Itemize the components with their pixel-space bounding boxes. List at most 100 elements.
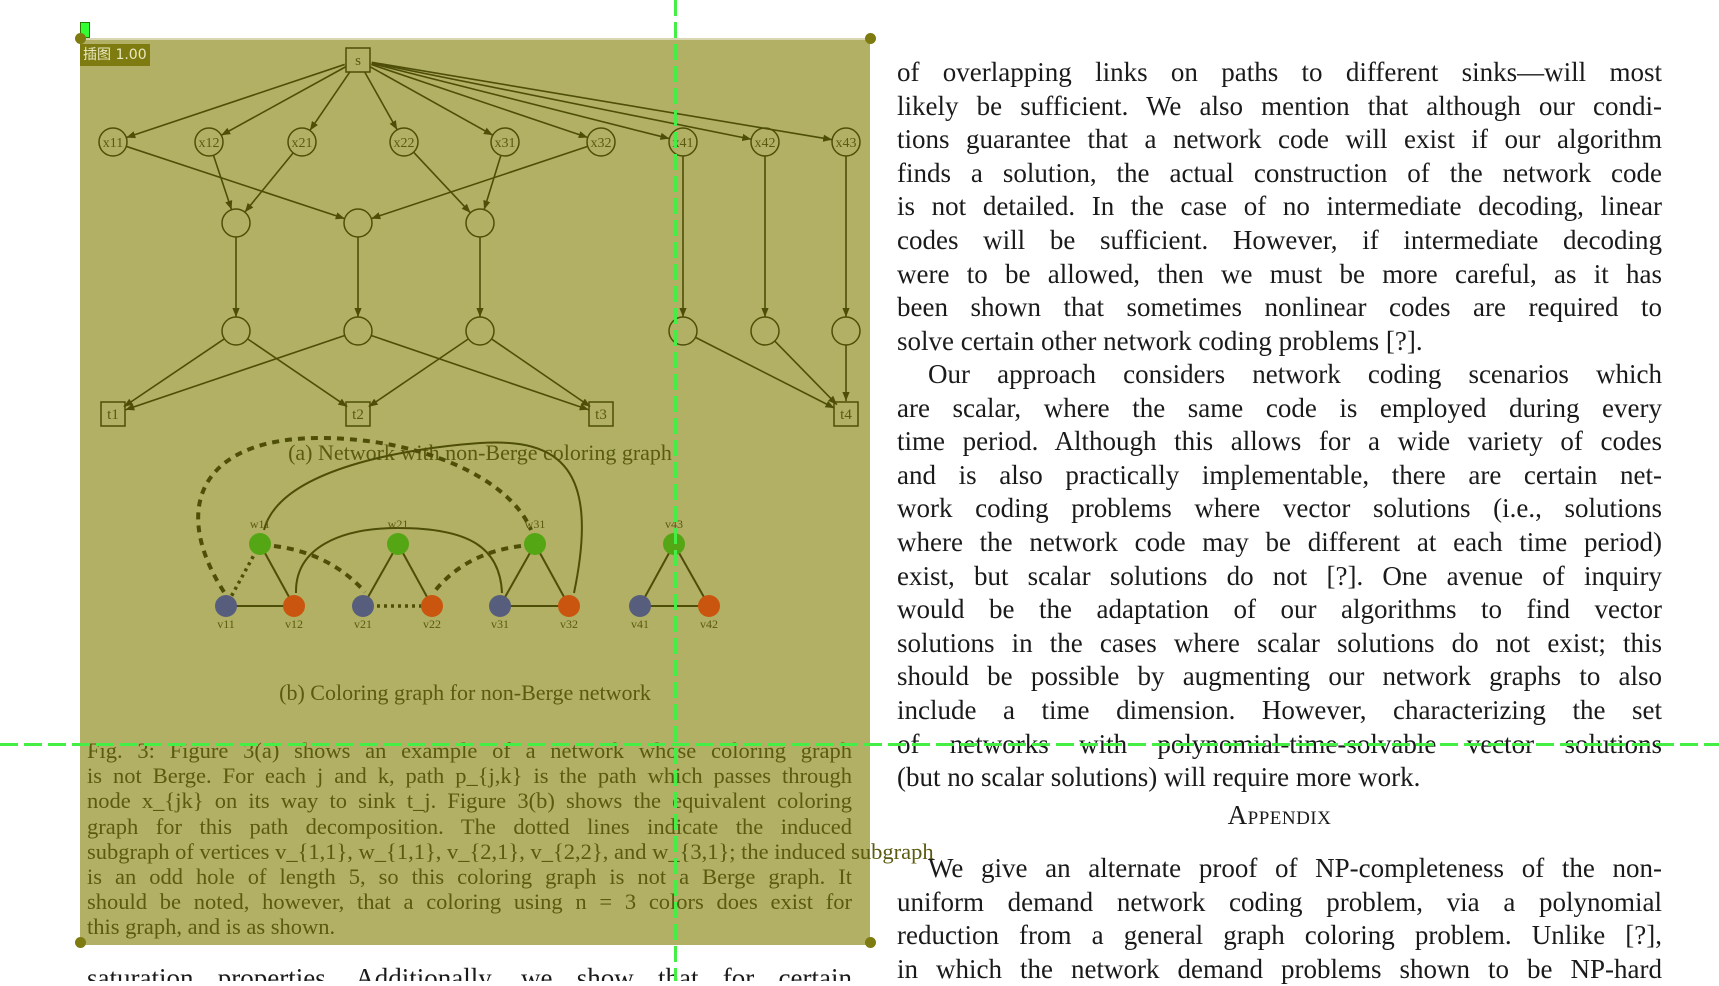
network-edge — [125, 334, 345, 411]
coloring-node-v11 — [215, 595, 237, 617]
text-line: likely be sufficient. We also mention th… — [897, 90, 1662, 121]
node-label: x11 — [103, 136, 123, 151]
text-line: were to be allowed, then we must be more… — [897, 258, 1662, 289]
caption-line: Fig. 3: Figure 3(a) shows an example of … — [87, 738, 852, 763]
coloring-node-label: v11 — [217, 617, 235, 631]
edge-source-to-x12 — [220, 66, 347, 136]
text-line: are scalar, where the same code is emplo… — [897, 392, 1662, 423]
right-column-paragraph-3: We give an alternate proof of NP-complet… — [897, 852, 1662, 986]
sink-node-label: t4 — [840, 407, 852, 423]
intermediate-node — [831, 316, 861, 346]
coloring-node-label: v42 — [700, 617, 718, 631]
text-line: should be possible by augmenting our net… — [897, 661, 1662, 692]
right-column-paragraph-1: of overlapping links on paths to differe… — [897, 56, 1662, 358]
figure-3: sx11 x12 x21 x22 x31 x32 x41 x42 x43t1 t2 t3 t4 (a)… — [98, 47, 861, 705]
node-label: x31 — [495, 136, 516, 151]
coloring-node-w11 — [249, 533, 271, 555]
network-edge — [123, 338, 225, 408]
intermediate-node — [343, 316, 373, 346]
text-line: Our approach considers network coding sc… — [928, 359, 1662, 389]
coloring-node-v32 — [558, 595, 580, 617]
figure-caption: Fig. 3: Figure 3(a) shows an example of … — [87, 738, 934, 940]
edge-source-to-x31 — [369, 66, 494, 136]
network-edge — [695, 336, 835, 409]
coloring-graph-nodes: w11w21w31v43v11v12v21v22v31v32v41v42 — [215, 517, 720, 631]
left-column-text: saturation properties. Additionally, we … — [87, 963, 852, 981]
caption-line: graph for this path decomposition. The d… — [87, 813, 852, 839]
intermediate-node — [221, 316, 251, 346]
text-line: been shown that sometimes nonlinear code… — [897, 292, 1662, 323]
subcaption-b: (b) Coloring graph for non-Berge network — [279, 680, 651, 705]
coloring-edge — [432, 544, 522, 594]
figure-label-tag: 插图 1.00 — [80, 44, 150, 66]
text-line: reduction from a general graph coloring … — [897, 920, 1662, 951]
network-edge — [370, 334, 589, 411]
coloring-node-label: w11 — [250, 517, 270, 531]
text-line: solve certain other network coding probl… — [897, 325, 1423, 356]
resize-handle-bottom-left[interactable] — [75, 937, 86, 948]
coloring-node-v31 — [489, 595, 511, 617]
resize-handle-top-left[interactable] — [75, 33, 86, 44]
intermediate-node — [465, 208, 495, 238]
intermediate-node — [343, 208, 373, 238]
edge-source-to-x41 — [371, 62, 670, 140]
caption-line: subgraph of vertices v_{1,1}, w_{1,1}, v… — [87, 838, 934, 864]
intermediate-node — [750, 316, 780, 346]
intermediate-node — [221, 208, 251, 238]
text-line: of overlapping links on paths to differe… — [897, 57, 1662, 87]
coloring-node-label: v21 — [354, 617, 372, 631]
source-node-label: s — [355, 53, 361, 69]
sink-node-label: t3 — [595, 407, 607, 423]
section-heading-appendix: Appendix — [1227, 800, 1332, 830]
network-edge — [412, 151, 472, 214]
caption-line: should be noted, however, that a colorin… — [87, 889, 852, 915]
network-edge — [491, 338, 591, 408]
network-edge — [368, 338, 469, 408]
coloring-node-label: v32 — [560, 617, 578, 631]
edge-source-to-x21 — [309, 71, 351, 131]
edge-source-to-x22 — [364, 71, 398, 131]
coloring-node-label: w31 — [525, 517, 546, 531]
network-edge — [247, 338, 348, 408]
coloring-node-label: v31 — [491, 617, 509, 631]
text-line: finds a solution, the actual constructio… — [897, 157, 1662, 188]
network-edge — [244, 152, 294, 213]
edge-source-to-x42 — [371, 61, 752, 141]
right-column-paragraph-2: Our approach considers network coding sc… — [897, 358, 1662, 795]
node-label: x32 — [591, 136, 612, 151]
node-label: x43 — [836, 136, 857, 151]
coloring-edge — [273, 544, 367, 594]
text-line: is not detailed. In the case of no inter… — [897, 191, 1662, 222]
text-line: (but no scalar solutions) will require m… — [897, 762, 1421, 793]
text-line: tions guarantee that a network code will… — [897, 124, 1662, 155]
network-edge — [126, 145, 345, 220]
coloring-node-label: v41 — [631, 617, 649, 631]
text-line: codes will be sufficient. However, if in… — [897, 224, 1662, 255]
coloring-node-v42 — [698, 595, 720, 617]
coloring-node-v22 — [421, 595, 443, 617]
node-label: x21 — [292, 136, 313, 151]
intermediate-node — [465, 316, 495, 346]
network-edge — [483, 155, 502, 210]
text-line: would be the adaptation of our algorithm… — [897, 594, 1662, 625]
coloring-node-w21 — [387, 533, 409, 555]
text-line: exist, but scalar solutions do not [?]. … — [897, 560, 1662, 591]
node-label: x12 — [199, 136, 220, 151]
text-line: where the network code may be different … — [897, 526, 1662, 557]
network-edge — [212, 155, 233, 210]
resize-handle-top-right[interactable] — [865, 33, 876, 44]
caption-line: node x_{jk} on its way to sink t_j. Figu… — [87, 788, 852, 814]
coloring-node-v41 — [629, 595, 651, 617]
network-edge — [774, 340, 838, 406]
resize-handle-bottom-right[interactable] — [865, 937, 876, 948]
sink-node-label: t1 — [107, 407, 119, 423]
edge-source-to-x32 — [371, 63, 588, 139]
coloring-node-v21 — [352, 595, 374, 617]
text-line: in which the network demand problems sho… — [897, 953, 1662, 984]
text-line: and is also practically implementable, t… — [897, 459, 1662, 490]
coloring-node-w31 — [524, 533, 546, 555]
network-edge — [371, 145, 588, 220]
coloring-node-label: w21 — [388, 517, 409, 531]
coloring-node-v12 — [283, 595, 305, 617]
text-line: time period. Although this allows for a … — [897, 426, 1662, 457]
